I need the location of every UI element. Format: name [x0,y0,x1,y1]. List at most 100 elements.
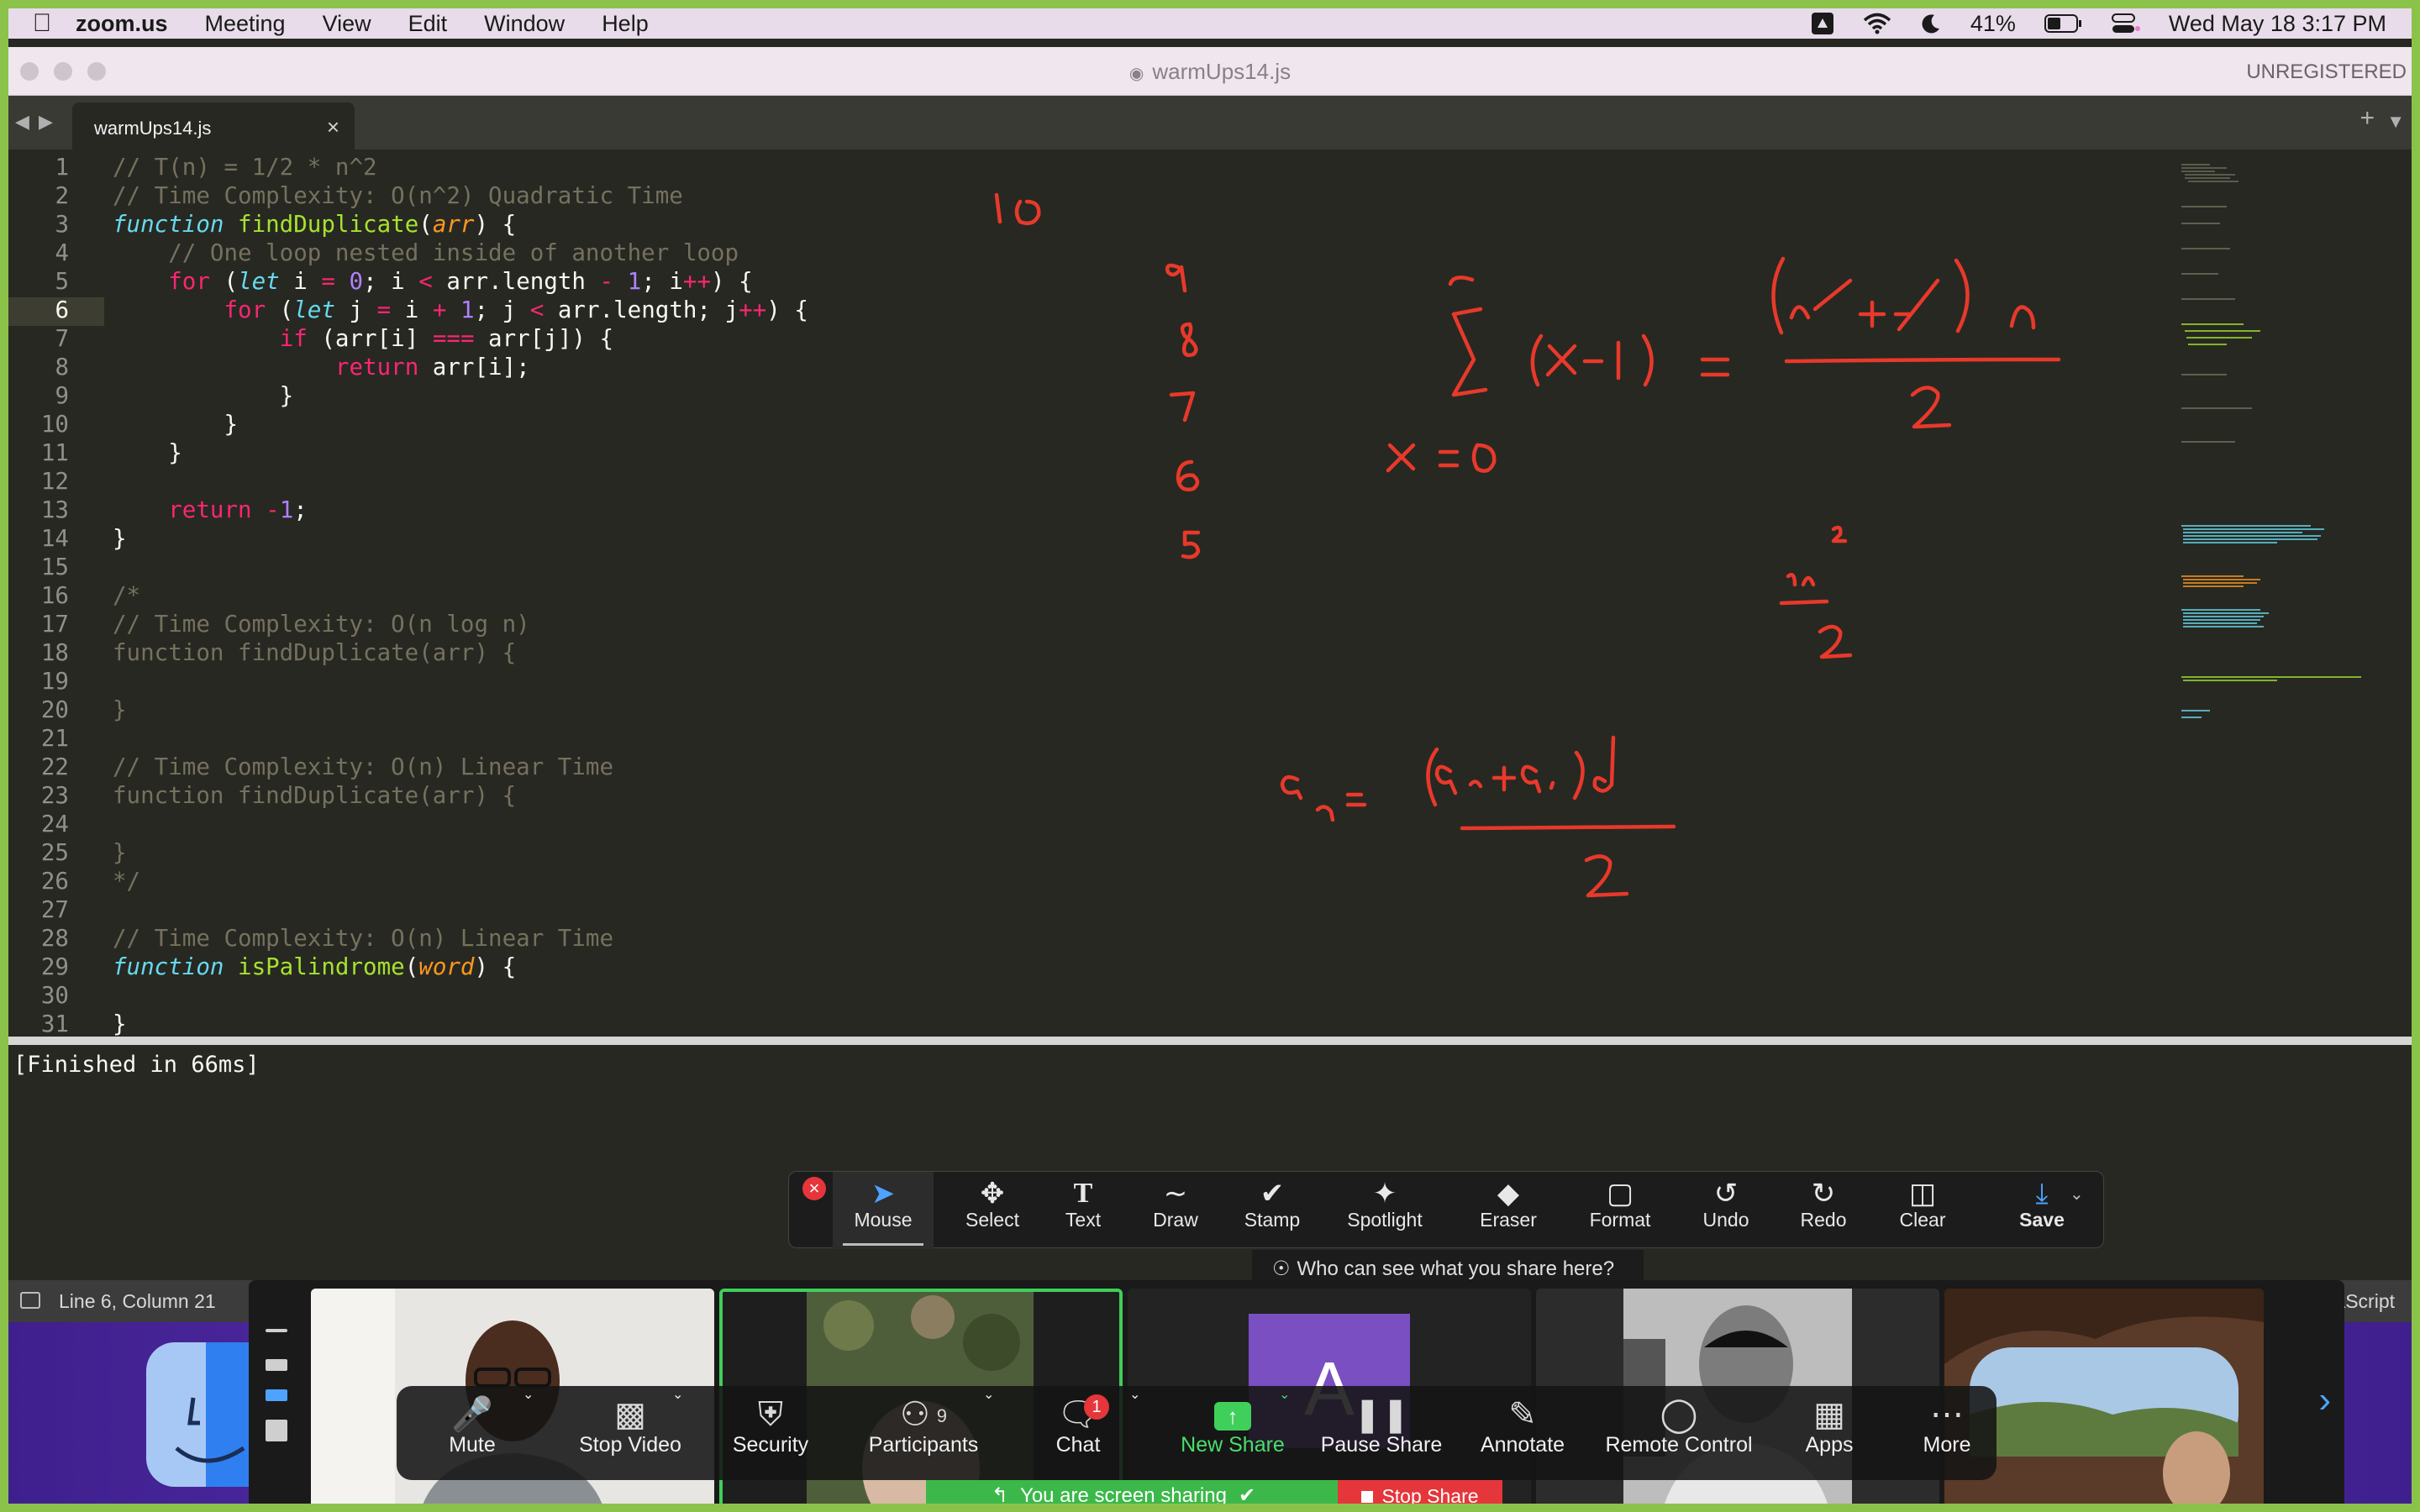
save-options-chevron-down-icon[interactable]: ⌄ [2070,1184,2084,1205]
annotate-eraser-button[interactable]: ◆ Eraser [1458,1172,1559,1249]
apps-icon: ▦ [1813,1396,1845,1433]
wifi-icon[interactable] [1863,13,1891,34]
microphone-icon: 🎤 [451,1396,493,1433]
more-dots-icon: ⋯ [1930,1396,1964,1433]
participants-icon: ⚇ 9 [899,1396,948,1433]
screen-sharing-banner: ↰ You are screen sharing ✔ Stop Share [926,1480,1502,1504]
drive-icon[interactable] [1811,12,1834,35]
annotate-draw-button[interactable]: ∼ Draw [1134,1172,1218,1249]
sharing-arrow-icon: ↰ [991,1484,1009,1504]
screen:  zoom.us Meeting View Edit Window Help … [8,8,2412,1504]
trash-icon: ◫ [1908,1178,1937,1210]
cursor-position[interactable]: Line 6, Column 21 [59,1290,216,1313]
grid-view-icon[interactable] [266,1420,287,1441]
gallery-next-chevron-icon[interactable]: › [2318,1379,2331,1421]
undo-icon: ↺ [1713,1178,1739,1210]
file-icon: ◉ [1128,65,1144,83]
build-output-text: [Finished in 66ms] [13,1052,260,1078]
annotate-select-button[interactable]: ✥ Select [942,1172,1043,1249]
panel-toggle-icon[interactable] [20,1292,40,1309]
participants-button[interactable]: ⚇ 9 Participants [860,1386,986,1480]
wand-icon: ✦ [1372,1178,1397,1210]
eraser-icon: ◆ [1497,1178,1520,1210]
window-titlebar: ◉ warmUps14.js UNREGISTERED [8,47,2412,96]
annotate-clear-button[interactable]: ◫ Clear [1876,1172,1969,1249]
tab-close-icon[interactable]: × [327,114,339,140]
annotate-button[interactable]: ✎ Annotate [1472,1386,1573,1480]
chat-unread-badge: 1 [1084,1394,1109,1420]
annotation-toolbar: × ➤ Mouse ✥ Select T Text ∼ Draw ✔ Stamp ✦ Spo… [788,1171,2104,1249]
annotate-spotlight-button[interactable]: ✦ Spotlight [1332,1172,1438,1249]
menu-window[interactable]: Window [484,11,565,37]
draw-icon: ∼ [1163,1178,1188,1210]
close-annotation-icon[interactable]: × [802,1177,826,1200]
gallery-view-switcher[interactable] [249,1280,304,1504]
menu-bar:  zoom.us Meeting View Edit Window Help … [8,8,2412,39]
sharing-status: ↰ You are screen sharing ✔ [926,1480,1321,1504]
text-icon: T [1073,1178,1093,1209]
chat-bubble-icon: 🗨 [1056,1396,1100,1433]
tab-menu-chevron-down-icon[interactable]: ▼ [2386,111,2405,133]
minimize-icon[interactable] [266,1329,287,1332]
chat-options-chevron-down-icon[interactable]: ⌄ [1129,1386,1140,1480]
annotate-mouse-button[interactable]: ➤ Mouse [833,1172,934,1249]
menu-app-zoom[interactable]: zoom.us [76,11,168,37]
audio-options-chevron-down-icon[interactable]: ⌄ [523,1386,534,1480]
new-tab-icon[interactable]: + [2360,104,2375,133]
mouse-icon: ◯ [1660,1396,1698,1433]
pause-icon: ❚❚ [1353,1396,1410,1433]
share-options-chevron-down-icon[interactable]: ⌄ [1279,1386,1290,1480]
tab-prev-icon[interactable]: ◀ [15,111,29,133]
check-icon: ✔ [1260,1178,1285,1210]
annotate-stamp-button[interactable]: ✔ Stamp [1226,1172,1318,1249]
new-share-button[interactable]: ↑ New Share [1173,1386,1292,1480]
single-view-icon[interactable] [266,1359,287,1371]
meeting-controls: 🎤 Mute ⌄ ▩ Stop Video ⌄ ⛨ Security ⚇ 9 Partic… [397,1386,1996,1480]
control-center-icon[interactable] [2111,13,2140,34]
code-editor[interactable]: 1 2 3 4 5 6 7 8 9 10 11 12 13 14 15 16 17 18 19 20 21 22 23 24 2… [8,150,2412,1037]
unregistered-badge: UNREGISTERED [2246,60,2407,83]
share-arrow-icon: ↑ [1173,1386,1292,1433]
apple-icon[interactable]:  [8,9,76,38]
pause-share-button[interactable]: ❚❚ Pause Share [1314,1386,1449,1480]
shield-icon: ⛨ [758,1396,783,1433]
minimap[interactable] [2176,156,2378,744]
mute-button[interactable]: 🎤 Mute [430,1386,514,1480]
apps-button[interactable]: ▦ Apps [1791,1386,1867,1480]
menu-edit[interactable]: Edit [408,11,448,37]
menubar-datetime[interactable]: Wed May 18 3:17 PM [2169,11,2386,37]
more-button[interactable]: ⋯ More [1909,1386,1985,1480]
chat-button[interactable]: 🗨 Chat 1 [1032,1386,1124,1480]
menu-view[interactable]: View [323,11,371,37]
annotate-redo-button[interactable]: ↻ Redo [1777,1172,1870,1249]
person-icon: ☉ [1272,1257,1291,1280]
battery-percent: 41% [1970,10,2016,36]
strip-view-icon[interactable] [266,1389,287,1401]
annotate-format-button[interactable]: ▢ Format [1567,1172,1673,1249]
window-title: ◉ warmUps14.js [1128,59,1292,84]
annotation-drawing: 10 [994,192,2061,898]
participants-options-chevron-down-icon[interactable]: ⌄ [983,1386,994,1480]
video-options-chevron-down-icon[interactable]: ⌄ [672,1386,683,1480]
menu-help[interactable]: Help [602,11,649,37]
move-icon: ✥ [980,1178,1005,1210]
mouse-pointer-icon: ➤ [871,1178,896,1210]
tab-next-icon[interactable]: ▶ [39,111,53,133]
stop-square-icon [1361,1491,1374,1503]
tab-warmups14[interactable]: warmUps14.js × [72,102,355,150]
participants-count: 9 [936,1405,948,1427]
square-icon: ▢ [1606,1178,1634,1210]
tab-bar: ◀ ▶ warmUps14.js × + ▼ [8,96,2412,150]
battery-icon[interactable] [2044,13,2083,34]
pencil-icon: ✎ [1508,1396,1537,1433]
menu-meeting[interactable]: Meeting [205,11,286,37]
security-button[interactable]: ⛨ Security [716,1386,825,1480]
annotate-undo-button[interactable]: ↺ Undo [1680,1172,1772,1249]
moon-icon[interactable] [1920,13,1942,34]
remote-control-button[interactable]: ◯ Remote Control [1595,1386,1763,1480]
tab-label: warmUps14.js [94,118,212,139]
stop-share-button[interactable]: Stop Share [1338,1480,1502,1504]
verified-shield-icon: ✔ [1238,1484,1256,1504]
annotate-text-button[interactable]: T Text [1041,1172,1125,1249]
panel-divider[interactable] [8,1037,2412,1045]
